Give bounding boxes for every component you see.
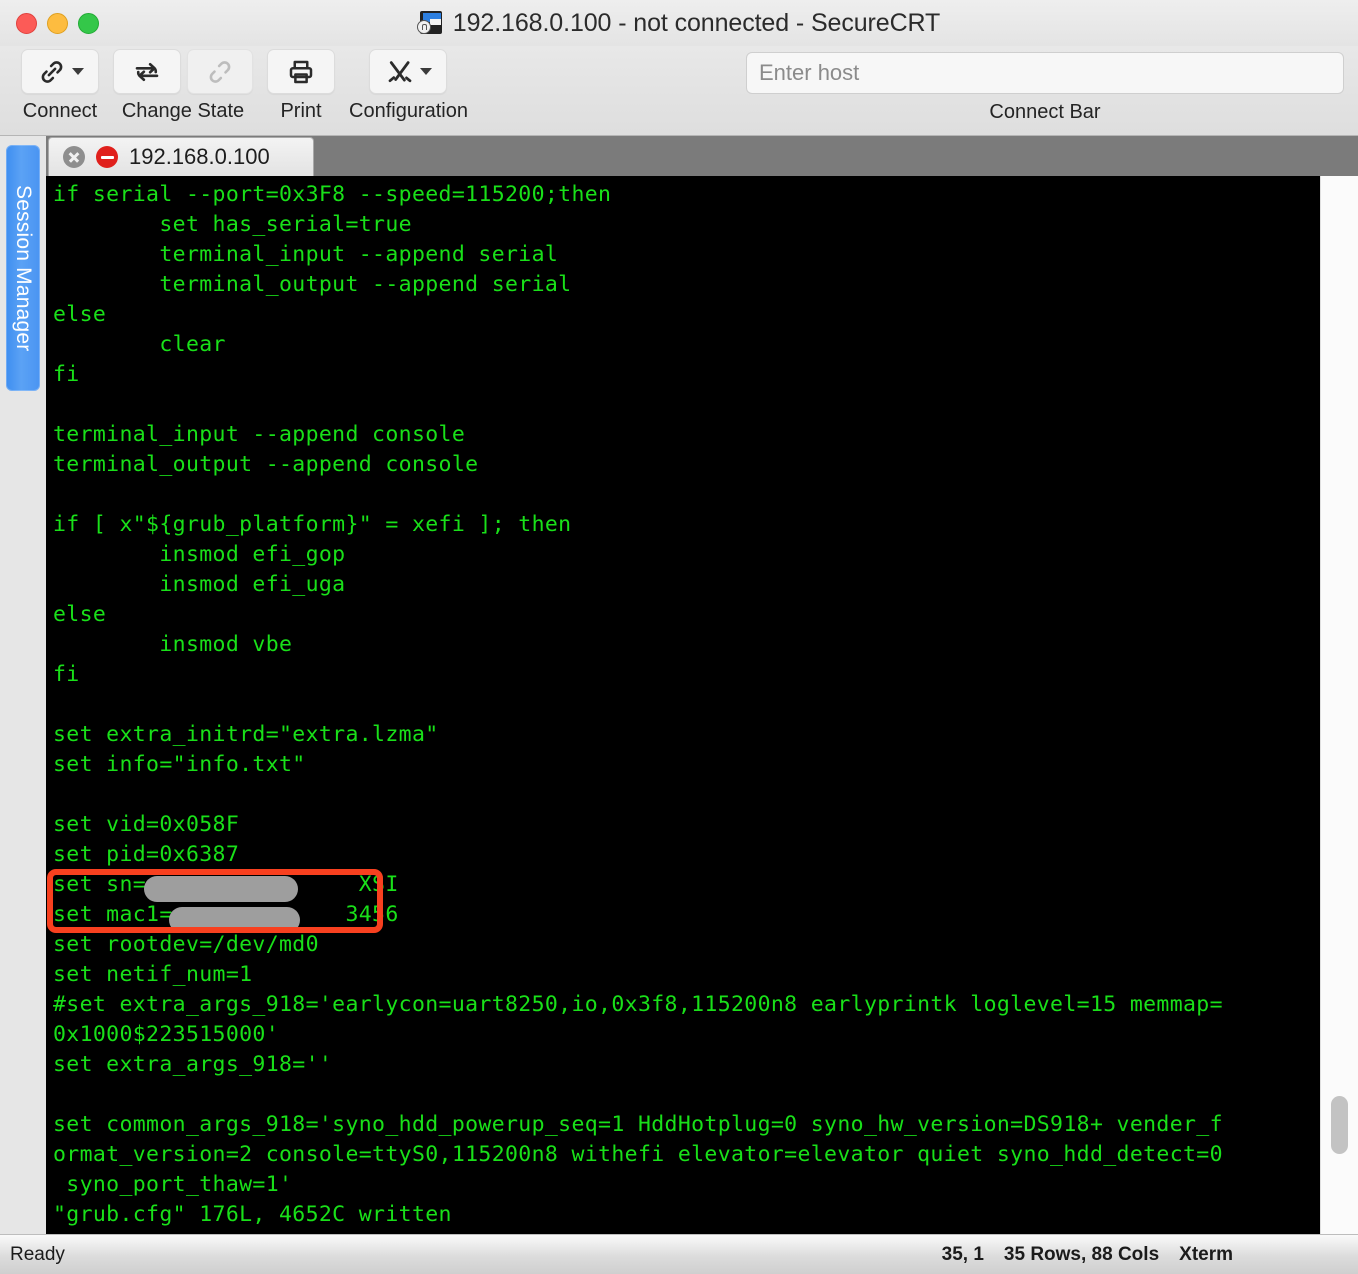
connect-button-label: Connect — [22, 100, 98, 122]
securecrt-window: 192.168.0.100 - not connected - SecureCR… — [0, 0, 1358, 1274]
terminal-line: terminal_input --append console — [53, 422, 466, 447]
terminal-line: terminal_output --append serial — [53, 272, 572, 297]
terminal-line: if [ x"${grub_platform}" = xefi ]; then — [53, 512, 572, 537]
status-bar: Ready 35, 1 35 Rows, 88 Cols Xterm — [0, 1234, 1358, 1274]
window-title: 192.168.0.100 - not connected - SecureCR… — [452, 8, 941, 37]
terminal-line: 0x1000$223515000' — [53, 1022, 279, 1047]
print-button[interactable] — [267, 49, 335, 94]
terminal-line: clear — [53, 332, 226, 357]
disconnect-icon — [205, 57, 235, 87]
session-tab-label: 192.168.0.100 — [129, 144, 270, 169]
terminal-line: else — [53, 602, 107, 627]
disconnected-icon — [96, 146, 118, 168]
chevron-down-icon[interactable] — [71, 68, 84, 75]
serial-number-redaction — [144, 876, 298, 902]
toolbar-button-group: Connect Change State Print Configuration — [14, 49, 475, 123]
status-right-group: 35, 1 35 Rows, 88 Cols Xterm — [942, 1244, 1233, 1266]
window-titlebar: 192.168.0.100 - not connected - SecureCR… — [0, 0, 1358, 47]
terminal-line: fi — [53, 362, 80, 387]
terminal-scrollbar-thumb[interactable] — [1331, 1096, 1348, 1154]
printer-icon — [286, 57, 316, 87]
terminal-line: syno_port_thaw=1' — [53, 1172, 293, 1197]
status-ready-text: Ready — [10, 1243, 65, 1265]
toolbar-item-configuration: Configuration — [342, 49, 475, 123]
terminal-frame: if serial --port=0x3F8 --speed=115200;th… — [46, 176, 1358, 1235]
session-manager-label: Session Manager — [12, 184, 35, 352]
terminal-line: set extra_args_918='' — [53, 1052, 333, 1077]
connect-bar-label: Connect Bar — [989, 101, 1101, 123]
terminal-line: set has_serial=true — [53, 212, 412, 237]
terminal-line: else — [53, 302, 107, 327]
terminal-line: insmod efi_gop — [53, 542, 346, 567]
terminal-line: set info="info.txt" — [53, 752, 306, 777]
tools-icon — [385, 57, 415, 87]
host-input[interactable] — [746, 52, 1344, 94]
disconnect-button[interactable] — [187, 49, 253, 94]
configuration-button[interactable] — [369, 49, 448, 94]
status-cursor-position: 35, 1 — [941, 1243, 984, 1265]
chevron-down-icon[interactable] — [419, 68, 432, 75]
connect-button[interactable] — [21, 49, 99, 94]
terminal-line: if serial --port=0x3F8 --speed=115200;th… — [53, 182, 612, 207]
main-toolbar: Connect Change State Print Configuration… — [0, 46, 1358, 136]
status-emulation: Xterm — [1179, 1243, 1233, 1265]
link-icon — [37, 57, 67, 87]
terminal-line: set vid=0x058F — [53, 812, 240, 837]
toolbar-item-connect: Connect — [14, 49, 106, 123]
mac-address-redaction — [169, 907, 300, 933]
terminal-line: insmod vbe — [53, 632, 293, 657]
reconnect-button[interactable] — [113, 49, 181, 94]
terminal-scrollbar[interactable] — [1320, 176, 1358, 1235]
terminal-line: set pid=0x6387 — [53, 842, 240, 867]
tab-strip: 192.168.0.100 — [0, 136, 1358, 176]
terminal-line: fi — [53, 662, 80, 687]
terminal-line: terminal_input --append serial — [53, 242, 559, 267]
terminal-line: ormat_version=2 console=ttyS0,115200n8 w… — [53, 1142, 1223, 1167]
terminal-line: insmod efi_uga — [53, 572, 346, 597]
window-title-container: 192.168.0.100 - not connected - SecureCR… — [0, 0, 1358, 46]
status-dimensions: 35 Rows, 88 Cols — [1003, 1243, 1160, 1265]
toolbar-item-change-state: Change State — [106, 49, 260, 123]
terminal-line: terminal_output --append console — [53, 452, 479, 477]
terminal-line: set rootdev=/dev/md0 — [53, 932, 319, 957]
session-tab-192-168-0-100[interactable]: 192.168.0.100 — [48, 137, 314, 176]
reconnect-icon — [132, 57, 162, 87]
close-icon[interactable] — [63, 146, 85, 168]
connect-bar: Connect Bar — [746, 52, 1344, 124]
securecrt-app-icon — [416, 10, 444, 36]
terminal-line: set extra_initrd="extra.lzma" — [53, 722, 439, 747]
terminal-line: #set extra_args_918='earlycon=uart8250,i… — [53, 992, 1223, 1017]
toolbar-item-print: Print — [260, 49, 342, 123]
change-state-label: Change State — [121, 100, 245, 122]
terminal-output[interactable]: if serial --port=0x3F8 --speed=115200;th… — [46, 176, 1320, 1235]
terminal-line: "grub.cfg" 176L, 4652C written — [53, 1202, 452, 1227]
print-button-label: Print — [280, 100, 322, 122]
terminal-line: set netif_num=1 — [53, 962, 253, 987]
session-manager-tab[interactable]: Session Manager — [6, 145, 40, 391]
configuration-button-label: Configuration — [349, 100, 468, 122]
terminal-line: set common_args_918='syno_hdd_powerup_se… — [53, 1112, 1223, 1137]
